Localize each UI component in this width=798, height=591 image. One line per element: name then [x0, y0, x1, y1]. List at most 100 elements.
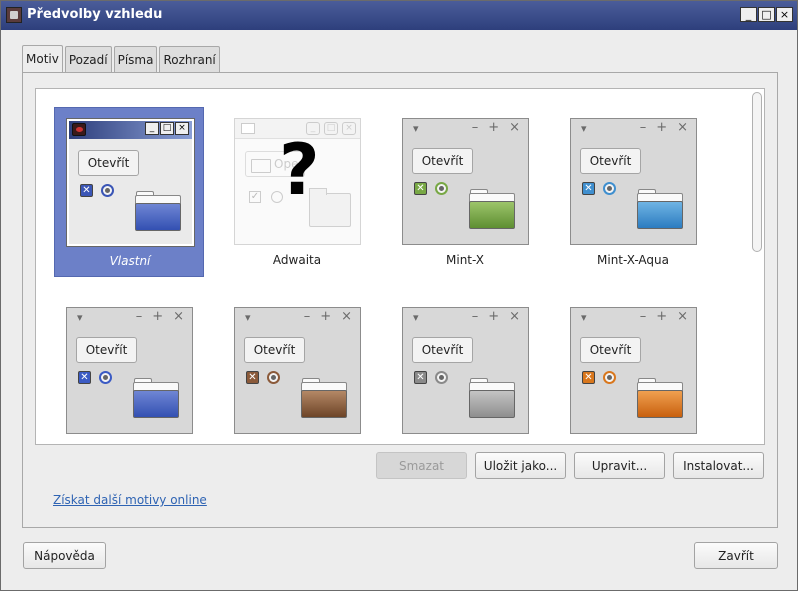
theme-tile-mint-x-aqua[interactable]: ▾ – + × Otevřít ✕ Mint-X-Aqua	[558, 107, 708, 277]
menu-icon: ▾	[413, 122, 419, 135]
theme-preview: ▾ – + × Otevřít ✕	[570, 307, 697, 434]
edit-theme-button[interactable]: Upravit...	[574, 452, 665, 479]
maximize-icon: +	[488, 120, 500, 135]
maximize-icon: +	[152, 309, 164, 324]
help-button[interactable]: Nápověda	[23, 542, 106, 569]
radio-icon	[435, 182, 448, 195]
folder-icon	[637, 378, 685, 418]
folder-icon	[637, 189, 685, 229]
folder-icon	[469, 378, 517, 418]
checkbox-icon: ✕	[582, 182, 595, 195]
preview-open-button: Otevřít	[244, 337, 305, 363]
theme-tile-6[interactable]: ▾ – + × Otevřít ✕	[222, 296, 372, 444]
minimize-icon: –	[135, 309, 143, 324]
menu-icon: ▾	[245, 311, 251, 324]
menu-icon: ▾	[77, 311, 83, 324]
close-icon: ×	[173, 309, 184, 324]
tab-pozadi[interactable]: Pozadí	[64, 46, 112, 72]
preview-open-button: Otevřít	[580, 148, 641, 174]
theme-name: Vlastní	[109, 254, 151, 268]
delete-theme-button[interactable]: Smazat	[376, 452, 467, 479]
close-icon: ×	[677, 120, 688, 135]
maximize-button[interactable]: □	[758, 7, 775, 22]
theme-tile-7[interactable]: ▾ – + × Otevřít ✕	[390, 296, 540, 444]
checkbox-icon: ✕	[414, 182, 427, 195]
tab-rozhrani[interactable]: Rozhraní	[159, 46, 220, 72]
radio-icon	[435, 371, 448, 384]
folder-icon	[301, 378, 349, 418]
close-icon: ×	[509, 120, 520, 135]
theme-preview: ▾ – + × Otevřít ✕	[66, 307, 193, 434]
maximize-icon: +	[488, 309, 500, 324]
theme-preview: ▾ – + × Otevřít ✕	[234, 307, 361, 434]
close-icon: ×	[509, 309, 520, 324]
preview-titlebar: _ □ ×	[69, 121, 192, 139]
theme-tile-8[interactable]: ▾ – + × Otevřít ✕	[558, 296, 708, 444]
checkbox-icon: ✕	[582, 371, 595, 384]
theme-name: Mint-X-Aqua	[597, 253, 669, 267]
theme-name: Mint-X	[446, 253, 484, 267]
save-as-button[interactable]: Uložit jako...	[475, 452, 566, 479]
close-icon: ×	[677, 309, 688, 324]
checkbox-icon: ✕	[414, 371, 427, 384]
maximize-icon: □	[324, 122, 338, 135]
menu-icon: ▾	[413, 311, 419, 324]
maximize-icon: +	[656, 120, 668, 135]
theme-tile-vlastni[interactable]: _ □ × Otevřít ✕ Vlastní	[54, 107, 204, 277]
theme-tile-adwaita[interactable]: _ □ × Open ✓ ? Adwaita	[222, 107, 372, 277]
folder-icon	[133, 378, 181, 418]
close-icon: ×	[341, 309, 352, 324]
minimize-button[interactable]: _	[740, 7, 757, 22]
theme-preview: _ □ × Otevřít ✕	[66, 118, 195, 247]
menu-icon: ▾	[581, 311, 587, 324]
question-mark-icon: ?	[279, 129, 320, 211]
radio-icon	[99, 371, 112, 384]
theme-name: Adwaita	[272, 253, 322, 267]
preview-open-button: Otevřít	[76, 337, 137, 363]
menu-icon: ▾	[581, 122, 587, 135]
app-icon	[6, 7, 22, 23]
install-theme-button[interactable]: Instalovat...	[673, 452, 764, 479]
theme-tile-5[interactable]: ▾ – + × Otevřít ✕	[54, 296, 204, 444]
scroll-thumb[interactable]	[752, 92, 762, 252]
radio-icon	[603, 371, 616, 384]
checkbox-icon: ✕	[78, 371, 91, 384]
checkbox-icon: ✕	[80, 184, 93, 197]
window-title: Předvolby vzhledu	[27, 7, 163, 22]
radio-icon	[267, 371, 280, 384]
preview-open-button: Otevřít	[412, 337, 473, 363]
tab-bar: Motiv Pozadí Písma Rozhraní	[22, 45, 222, 72]
minimize-icon: –	[639, 309, 647, 324]
radio-icon	[603, 182, 616, 195]
theme-preview: _ □ × Open ✓ ?	[234, 118, 361, 245]
minimize-icon: _	[145, 122, 159, 135]
checkbox-icon: ✓	[249, 191, 261, 203]
close-button[interactable]: Zavřít	[694, 542, 778, 569]
window-controls: _ □ ×	[740, 7, 793, 22]
minimize-icon: –	[471, 309, 479, 324]
minimize-icon: –	[639, 120, 647, 135]
close-icon: ×	[175, 122, 189, 135]
theme-tile-mint-x[interactable]: ▾ – + × Otevřít ✕ Mint-X	[390, 107, 540, 277]
close-window-button[interactable]: ×	[776, 7, 793, 22]
minimize-icon: –	[471, 120, 479, 135]
theme-preview: ▾ – + × Otevřít ✕	[402, 307, 529, 434]
theme-grid: _ □ × Otevřít ✕ Vlastní _ □ × Open ✓ ? A…	[35, 88, 765, 445]
theme-preview: ▾ – + × Otevřít ✕	[570, 118, 697, 245]
theme-scrollbar[interactable]	[752, 91, 762, 441]
preview-open-button: Otevřít	[78, 150, 139, 176]
tab-pisma[interactable]: Písma	[113, 46, 158, 72]
preview-open-button: Otevřít	[580, 337, 641, 363]
close-icon: ×	[342, 122, 356, 135]
radio-icon	[101, 184, 114, 197]
folder-icon	[135, 191, 183, 231]
get-more-themes-link[interactable]: Získat další motivy online	[53, 493, 207, 507]
app-icon	[72, 123, 86, 136]
preview-open-button: Otevřít	[412, 148, 473, 174]
theme-panel: _ □ × Otevřít ✕ Vlastní _ □ × Open ✓ ? A…	[22, 72, 778, 528]
tab-motiv[interactable]: Motiv	[22, 45, 63, 72]
theme-preview: ▾ – + × Otevřít ✕	[402, 118, 529, 245]
folder-icon	[469, 189, 517, 229]
maximize-icon: +	[320, 309, 332, 324]
title-bar[interactable]: Předvolby vzhledu _ □ ×	[1, 1, 797, 30]
